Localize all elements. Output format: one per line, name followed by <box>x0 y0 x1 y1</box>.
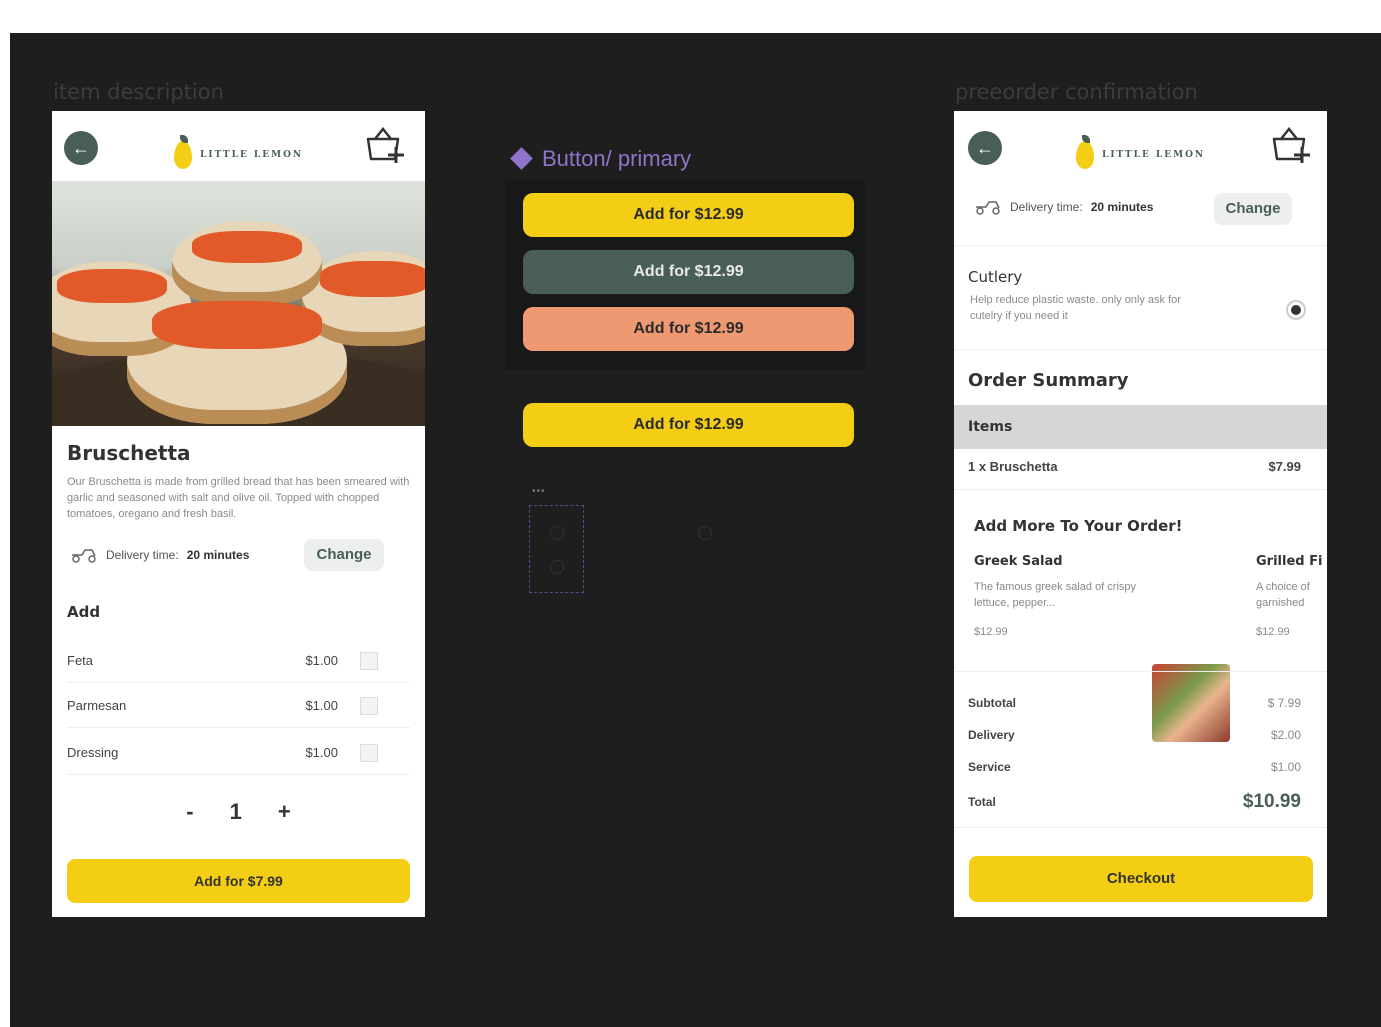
delivery-info: Delivery time: 20 minutes <box>974 199 1153 215</box>
button-instance[interactable]: Add for $12.99 <box>523 403 854 447</box>
add-to-cart-button[interactable]: Add for $7.99 <box>67 859 410 903</box>
addon-row-feta[interactable]: Feta $1.00 <box>67 639 410 683</box>
arrow-left-icon: ← <box>72 138 90 158</box>
button-variant-green[interactable]: Add for $12.99 <box>523 250 854 294</box>
basket-add-icon[interactable] <box>364 125 408 165</box>
addon-checkbox[interactable] <box>360 651 378 670</box>
total-label: Total <box>968 795 996 809</box>
cutlery-title: Cutlery <box>968 268 1023 286</box>
overflow-handle[interactable]: ••• <box>532 486 546 497</box>
delivery-fee-row: Delivery $2.00 <box>968 728 1301 742</box>
cutlery-description: Help reduce plastic waste. only only ask… <box>970 294 1181 322</box>
arrow-left-icon: ← <box>976 138 994 158</box>
delivery-label: Delivery time: <box>1010 200 1083 214</box>
change-delivery-button[interactable]: Change <box>1214 193 1292 225</box>
subtotal-row: Subtotal $ 7.99 <box>968 696 1301 710</box>
addon-row-dressing[interactable]: Dressing $1.00 <box>67 731 410 775</box>
delivery-info: Delivery time: 20 minutes <box>70 547 249 563</box>
suggestion-description: The famous greek salad of crispy lettuce… <box>974 581 1137 609</box>
lemon-icon <box>1076 135 1094 169</box>
component-set-title[interactable]: Button/ primary <box>510 146 692 172</box>
suggestion-price: $12.99 <box>1256 626 1290 638</box>
line-item-price: $7.99 <box>1268 459 1301 474</box>
logo-text: LITTLE LEMON <box>200 150 304 160</box>
frame-label-preorder-confirmation[interactable]: preeorder confirmation <box>955 80 1198 104</box>
suggestion-description: A choice of garnished <box>1256 581 1310 609</box>
quantity-stepper: - 1 + <box>52 799 425 825</box>
addon-price: $1.00 <box>305 653 338 668</box>
total-value: $10.99 <box>1242 791 1301 812</box>
addon-row-parmesan[interactable]: Parmesan $1.00 <box>67 684 410 728</box>
subtotal-label: Subtotal <box>968 696 1016 710</box>
quantity-increase-button[interactable]: + <box>278 799 291 825</box>
logo: LITTLE LEMON <box>1076 135 1206 169</box>
order-summary-title: Order Summary <box>968 370 1129 391</box>
quantity-decrease-button[interactable]: - <box>186 799 193 825</box>
checkout-button[interactable]: Checkout <box>969 856 1313 902</box>
component-icon <box>510 147 533 170</box>
line-item: 1 x Bruschetta $7.99 <box>968 459 1301 474</box>
suggestion-name: Grilled Fi <box>1256 554 1323 569</box>
delivery-label: Delivery time: <box>106 548 179 562</box>
delivery-scooter-icon <box>976 201 1000 215</box>
handle-dot[interactable] <box>550 526 564 540</box>
back-button[interactable]: ← <box>968 131 1002 165</box>
delivery-fee-value: $2.00 <box>1270 728 1301 742</box>
button-variant-yellow[interactable]: Add for $12.99 <box>523 193 854 237</box>
logo: LITTLE LEMON <box>174 135 304 169</box>
addon-checkbox[interactable] <box>360 696 378 715</box>
total-row: Total $10.99 <box>968 791 1301 813</box>
quantity-value: 1 <box>229 799 242 824</box>
service-label: Service <box>968 760 1011 774</box>
addon-price: $1.00 <box>305 745 338 760</box>
subtotal-value: $ 7.99 <box>1267 696 1301 710</box>
component-set-name: Button/ primary <box>542 146 692 171</box>
lemon-icon <box>174 135 192 169</box>
addon-name: Dressing <box>67 745 119 760</box>
delivery-value: 20 minutes <box>1090 200 1154 214</box>
add-more-title: Add More To Your Order! <box>974 517 1183 535</box>
placeholder-dot <box>698 526 712 540</box>
service-row: Service $1.00 <box>968 760 1301 774</box>
logo-text: LITTLE LEMON <box>1102 150 1206 160</box>
back-button[interactable]: ← <box>64 131 98 165</box>
product-description: Our Bruschetta is made from grilled brea… <box>67 476 410 520</box>
addon-checkbox[interactable] <box>360 743 378 762</box>
line-item-name: 1 x Bruschetta <box>968 459 1058 474</box>
cutlery-radio[interactable] <box>1286 300 1306 320</box>
suggestion-name: Greek Salad <box>974 554 1063 569</box>
button-variant-salmon[interactable]: Add for $12.99 <box>523 307 854 351</box>
preorder-confirmation-frame: ← LITTLE LEMON Delivery time: 20 minutes… <box>954 111 1327 917</box>
bruschetta-photo <box>52 181 425 426</box>
addon-name: Parmesan <box>67 698 127 713</box>
item-description-frame: ← LITTLE LEMON Bruschetta Our Bruschetta… <box>52 111 425 917</box>
frame-label-item-description[interactable]: item description <box>53 80 224 104</box>
change-delivery-button[interactable]: Change <box>304 539 384 571</box>
handle-dot[interactable] <box>550 560 564 574</box>
add-heading: Add <box>67 603 101 621</box>
suggestion-price: $12.99 <box>974 626 1008 638</box>
selection-box[interactable] <box>529 505 584 593</box>
basket-add-icon[interactable] <box>1270 125 1314 165</box>
delivery-scooter-icon <box>72 549 96 563</box>
addon-price: $1.00 <box>305 698 338 713</box>
delivery-value: 20 minutes <box>186 548 250 562</box>
product-title: Bruschetta <box>67 441 191 465</box>
delivery-fee-label: Delivery <box>968 728 1015 742</box>
service-value: $1.00 <box>1270 760 1301 774</box>
items-header: Items <box>968 419 1013 435</box>
addon-name: Feta <box>67 653 94 668</box>
